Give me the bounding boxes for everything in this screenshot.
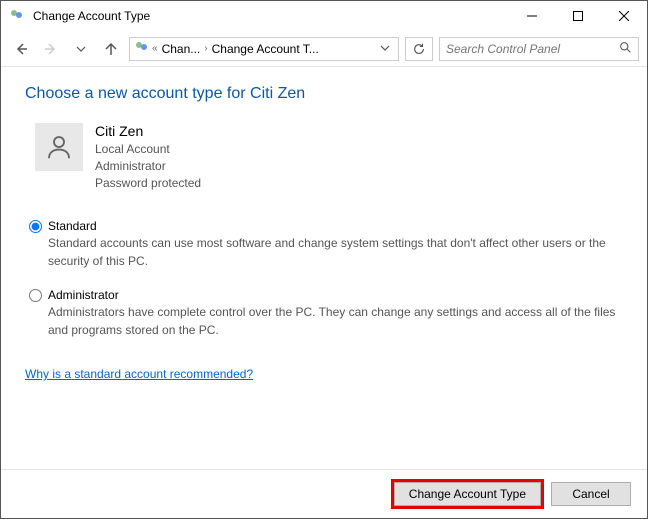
option-administrator: Administrator Administrators have comple…: [29, 288, 623, 339]
refresh-button[interactable]: [405, 37, 433, 61]
close-button[interactable]: [601, 1, 647, 31]
avatar: [35, 123, 83, 171]
up-button[interactable]: [99, 37, 123, 61]
maximize-button[interactable]: [555, 1, 601, 31]
content-area: Choose a new account type for Citi Zen C…: [1, 67, 647, 469]
search-icon: [619, 41, 632, 57]
window-controls: [509, 1, 647, 31]
minimize-button[interactable]: [509, 1, 555, 31]
breadcrumb-sep: «: [152, 43, 158, 54]
app-icon: [9, 7, 25, 26]
radio-administrator[interactable]: [29, 289, 42, 302]
breadcrumb-dropdown[interactable]: [376, 42, 394, 56]
forward-button[interactable]: [39, 37, 63, 61]
recent-dropdown[interactable]: [69, 37, 93, 61]
option-standard: Standard Standard accounts can use most …: [29, 219, 623, 270]
breadcrumb-icon: [134, 39, 150, 58]
account-type-line: Local Account: [95, 141, 201, 158]
breadcrumb-item[interactable]: Change Account T...: [210, 42, 321, 56]
breadcrumb[interactable]: « Chan... › Change Account T...: [129, 37, 399, 61]
titlebar: Change Account Type: [1, 1, 647, 31]
account-name: Citi Zen: [95, 123, 201, 139]
change-account-type-button[interactable]: Change Account Type: [394, 482, 541, 506]
account-type-options: Standard Standard accounts can use most …: [29, 219, 623, 339]
search-input[interactable]: [446, 42, 619, 56]
help-link[interactable]: Why is a standard account recommended?: [25, 367, 253, 381]
footer: Change Account Type Cancel: [1, 469, 647, 518]
radio-standard-desc: Standard accounts can use most software …: [48, 235, 623, 270]
search-box[interactable]: [439, 37, 639, 61]
toolbar: « Chan... › Change Account T...: [1, 31, 647, 67]
account-role-line: Administrator: [95, 158, 201, 175]
breadcrumb-item[interactable]: Chan...: [160, 42, 203, 56]
account-meta: Citi Zen Local Account Administrator Pas…: [95, 123, 201, 191]
radio-standard[interactable]: [29, 220, 42, 233]
cancel-button[interactable]: Cancel: [551, 482, 631, 506]
account-password-line: Password protected: [95, 175, 201, 192]
radio-administrator-label[interactable]: Administrator: [48, 288, 119, 302]
page-title: Choose a new account type for Citi Zen: [25, 85, 623, 103]
account-summary: Citi Zen Local Account Administrator Pas…: [35, 123, 623, 191]
chevron-right-icon: ›: [204, 43, 207, 54]
back-button[interactable]: [9, 37, 33, 61]
radio-administrator-desc: Administrators have complete control ove…: [48, 304, 623, 339]
radio-standard-label[interactable]: Standard: [48, 219, 97, 233]
window-title: Change Account Type: [33, 9, 509, 23]
